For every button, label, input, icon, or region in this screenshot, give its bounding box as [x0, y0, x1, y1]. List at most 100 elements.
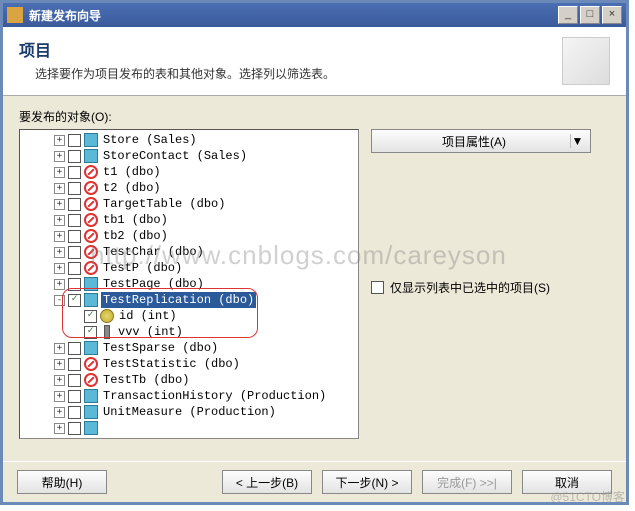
tree-checkbox[interactable] — [68, 214, 81, 227]
blocked-icon — [84, 165, 98, 179]
tree-checkbox[interactable] — [68, 422, 81, 435]
right-pane: 项目属性(A) ▼ 仅显示列表中已选中的项目(S) — [371, 129, 610, 449]
tree-checkbox[interactable] — [68, 406, 81, 419]
article-properties-button[interactable]: 项目属性(A) ▼ — [371, 129, 591, 153]
expand-icon[interactable]: + — [54, 375, 65, 386]
tree-checkbox[interactable] — [68, 166, 81, 179]
tree-node[interactable]: +TargetTable (dbo) — [22, 196, 356, 212]
tree-checkbox[interactable] — [68, 182, 81, 195]
table-icon — [84, 341, 98, 355]
table-icon — [84, 389, 98, 403]
tree-node[interactable]: + TestPage (dbo) — [22, 276, 356, 292]
tree-node[interactable]: + t2 (dbo) — [22, 180, 356, 196]
blocked-icon — [84, 373, 98, 387]
tree-checkbox[interactable] — [68, 358, 81, 371]
tree-checkbox[interactable] — [84, 326, 97, 339]
blocked-icon — [84, 261, 98, 275]
tree-node[interactable]: +TestChar (dbo) — [22, 244, 356, 260]
blocked-icon — [84, 197, 98, 211]
tree-checkbox[interactable] — [68, 342, 81, 355]
tree-node-label: Store (Sales) — [101, 132, 199, 148]
tree-node-label: TransactionHistory (Production) — [101, 388, 328, 404]
col-pk-icon — [100, 309, 114, 323]
expand-icon[interactable]: + — [54, 279, 65, 290]
tree-checkbox[interactable] — [68, 390, 81, 403]
expand-icon[interactable]: + — [54, 183, 65, 194]
tree-node[interactable]: +tb1 (dbo) — [22, 212, 356, 228]
tree-node-label: t1 (dbo) — [101, 164, 163, 180]
expand-icon[interactable]: + — [54, 391, 65, 402]
tree-node[interactable]: + t1 (dbo) — [22, 164, 356, 180]
expand-icon[interactable]: + — [54, 247, 65, 258]
expand-icon[interactable]: + — [54, 231, 65, 242]
table-icon — [84, 293, 98, 307]
wizard-window: 新建发布向导 _ □ × 项目 选择要作为项目发布的表和其他对象。选择列以筛选表… — [0, 0, 629, 505]
tree-node[interactable]: + UnitMeasure (Production) — [22, 404, 356, 420]
wizard-footer: 帮助(H) < 上一步(B) 下一步(N) > 完成(F) >>| 取消 — [3, 461, 626, 502]
expand-icon[interactable]: + — [54, 135, 65, 146]
table-icon — [84, 277, 98, 291]
window-title: 新建发布向导 — [29, 7, 558, 24]
expand-icon[interactable]: + — [54, 343, 65, 354]
blocked-icon — [84, 357, 98, 371]
back-button[interactable]: < 上一步(B) — [222, 470, 312, 494]
collapse-icon[interactable]: - — [54, 295, 65, 306]
expand-icon[interactable]: + — [54, 215, 65, 226]
col-icon — [104, 325, 110, 339]
show-only-checked-checkbox[interactable] — [371, 281, 384, 294]
page-title: 项目 — [19, 37, 554, 61]
show-only-checked-row[interactable]: 仅显示列表中已选中的项目(S) — [371, 279, 610, 296]
tree-checkbox[interactable] — [84, 310, 97, 323]
tree-node[interactable]: + — [22, 420, 356, 436]
tree-node-label: TestPage (dbo) — [101, 276, 206, 292]
tree-node-label: t2 (dbo) — [101, 180, 163, 196]
tree-node[interactable]: + Store (Sales) — [22, 132, 356, 148]
tree-checkbox[interactable] — [68, 150, 81, 163]
objects-label: 要发布的对象(O): — [19, 108, 610, 125]
tree-checkbox[interactable] — [68, 278, 81, 291]
expand-icon[interactable]: + — [54, 359, 65, 370]
tree-checkbox[interactable] — [68, 374, 81, 387]
tree-node[interactable]: +TestP (dbo) — [22, 260, 356, 276]
tree-checkbox[interactable] — [68, 294, 81, 307]
tree-node-label: tb2 (dbo) — [101, 228, 170, 244]
tree-node-label: UnitMeasure (Production) — [101, 404, 278, 420]
expand-icon[interactable]: + — [54, 167, 65, 178]
tree-node[interactable]: vvv (int) — [22, 324, 356, 340]
tree-node[interactable]: id (int) — [22, 308, 356, 324]
window-buttons: _ □ × — [558, 6, 622, 24]
tree-checkbox[interactable] — [68, 134, 81, 147]
expand-icon[interactable]: + — [54, 263, 65, 274]
tree-node[interactable]: +TestStatistic (dbo) — [22, 356, 356, 372]
close-button[interactable]: × — [602, 6, 622, 24]
tree-node[interactable]: +TestSparse (dbo) — [22, 340, 356, 356]
help-button[interactable]: 帮助(H) — [17, 470, 107, 494]
maximize-button[interactable]: □ — [580, 6, 600, 24]
table-icon — [84, 421, 98, 435]
finish-button: 完成(F) >>| — [422, 470, 512, 494]
tree-node-label: StoreContact (Sales) — [101, 148, 249, 164]
tree-node[interactable]: + TestTb (dbo) — [22, 372, 356, 388]
expand-icon[interactable]: + — [54, 423, 65, 434]
tree-node[interactable]: + StoreContact (Sales) — [22, 148, 356, 164]
objects-tree[interactable]: + Store (Sales) + StoreContact (Sales) + t1 (… — [19, 129, 359, 439]
tree-checkbox[interactable] — [68, 246, 81, 259]
expand-icon[interactable]: + — [54, 407, 65, 418]
expand-icon[interactable]: + — [54, 199, 65, 210]
next-button[interactable]: 下一步(N) > — [322, 470, 412, 494]
minimize-button[interactable]: _ — [558, 6, 578, 24]
tree-checkbox[interactable] — [68, 230, 81, 243]
tree-node[interactable]: + TransactionHistory (Production) — [22, 388, 356, 404]
titlebar: 新建发布向导 _ □ × — [3, 3, 626, 27]
expand-icon[interactable]: + — [54, 151, 65, 162]
cancel-button[interactable]: 取消 — [522, 470, 612, 494]
tree-node-label: TestReplication (dbo) — [101, 292, 256, 308]
tree-checkbox[interactable] — [68, 198, 81, 211]
tree-node-label: TestTb (dbo) — [101, 372, 191, 388]
header-graphic — [562, 37, 610, 85]
blocked-icon — [84, 213, 98, 227]
table-icon — [84, 149, 98, 163]
tree-node[interactable]: + tb2 (dbo) — [22, 228, 356, 244]
tree-node[interactable]: - TestReplication (dbo) — [22, 292, 356, 308]
tree-checkbox[interactable] — [68, 262, 81, 275]
